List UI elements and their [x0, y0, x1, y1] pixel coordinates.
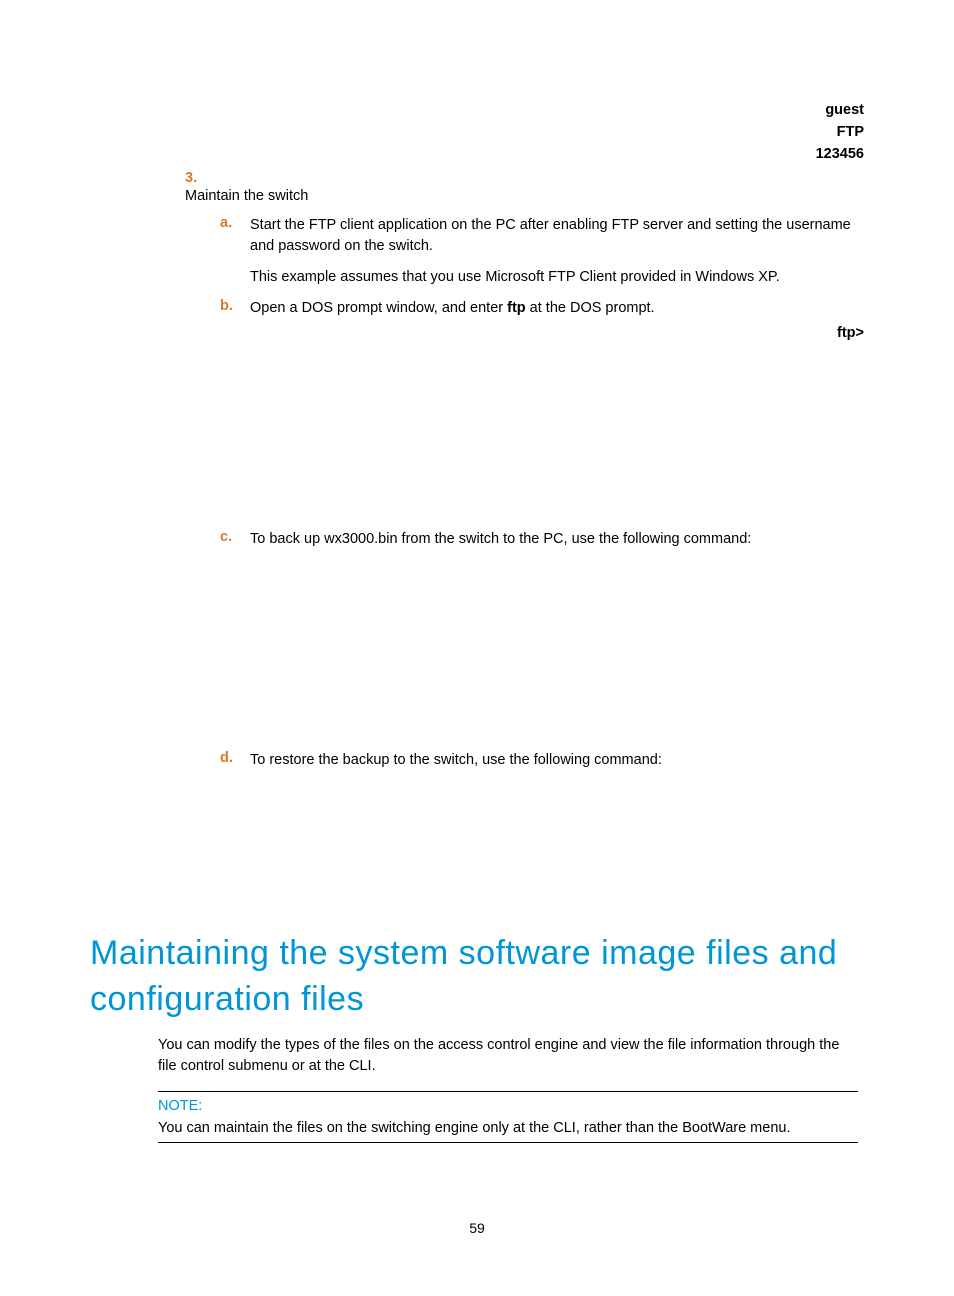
substep-b-text: Open a DOS prompt window, and enter ftp … — [250, 298, 864, 319]
substep-a-letter: a. — [220, 215, 250, 257]
substeps-d: d. To restore the backup to the switch, … — [220, 750, 864, 771]
section-heading: Maintaining the system software image fi… — [90, 931, 864, 1023]
label-guest: guest — [816, 100, 864, 122]
substep-d-text: To restore the backup to the switch, use… — [250, 750, 864, 771]
page-container: guest FTP 123456 3. Maintain the switch … — [0, 0, 954, 1296]
substep-b-bold: ftp — [507, 300, 526, 316]
substep-b-suffix: at the DOS prompt. — [526, 300, 655, 316]
substeps: a. Start the FTP client application on t… — [220, 215, 864, 257]
substep-b: b. Open a DOS prompt window, and enter f… — [220, 298, 864, 319]
substep-a: a. Start the FTP client application on t… — [220, 215, 864, 257]
step-3-number: 3. — [185, 170, 221, 186]
top-right-labels: guest FTP 123456 — [816, 100, 864, 165]
ftp-prompt-label: ftp> — [837, 325, 864, 341]
substep-b-letter: b. — [220, 298, 250, 319]
label-ftp: FTP — [816, 122, 864, 144]
substeps-b: b. Open a DOS prompt window, and enter f… — [220, 298, 864, 319]
step-3: 3. Maintain the switch — [90, 170, 864, 207]
substep-a-text: Start the FTP client application on the … — [250, 215, 864, 257]
page-number: 59 — [0, 1220, 954, 1236]
substep-c-text: To back up wx3000.bin from the switch to… — [250, 529, 864, 550]
substep-b-prefix: Open a DOS prompt window, and enter — [250, 300, 507, 316]
substep-c-letter: c. — [220, 529, 250, 550]
substep-a-assume: This example assumes that you use Micros… — [250, 267, 864, 288]
note-text: You can maintain the files on the switch… — [158, 1120, 858, 1136]
substep-c: c. To back up wx3000.bin from the switch… — [220, 529, 864, 550]
note-box: NOTE: You can maintain the files on the … — [158, 1091, 858, 1143]
substep-d-letter: d. — [220, 750, 250, 771]
note-label: NOTE: — [158, 1098, 858, 1114]
substep-d: d. To restore the backup to the switch, … — [220, 750, 864, 771]
step-3-text: Maintain the switch — [185, 186, 825, 207]
label-123456: 123456 — [816, 144, 864, 166]
body-paragraph: You can modify the types of the files on… — [158, 1035, 858, 1077]
substeps-c: c. To back up wx3000.bin from the switch… — [220, 529, 864, 550]
